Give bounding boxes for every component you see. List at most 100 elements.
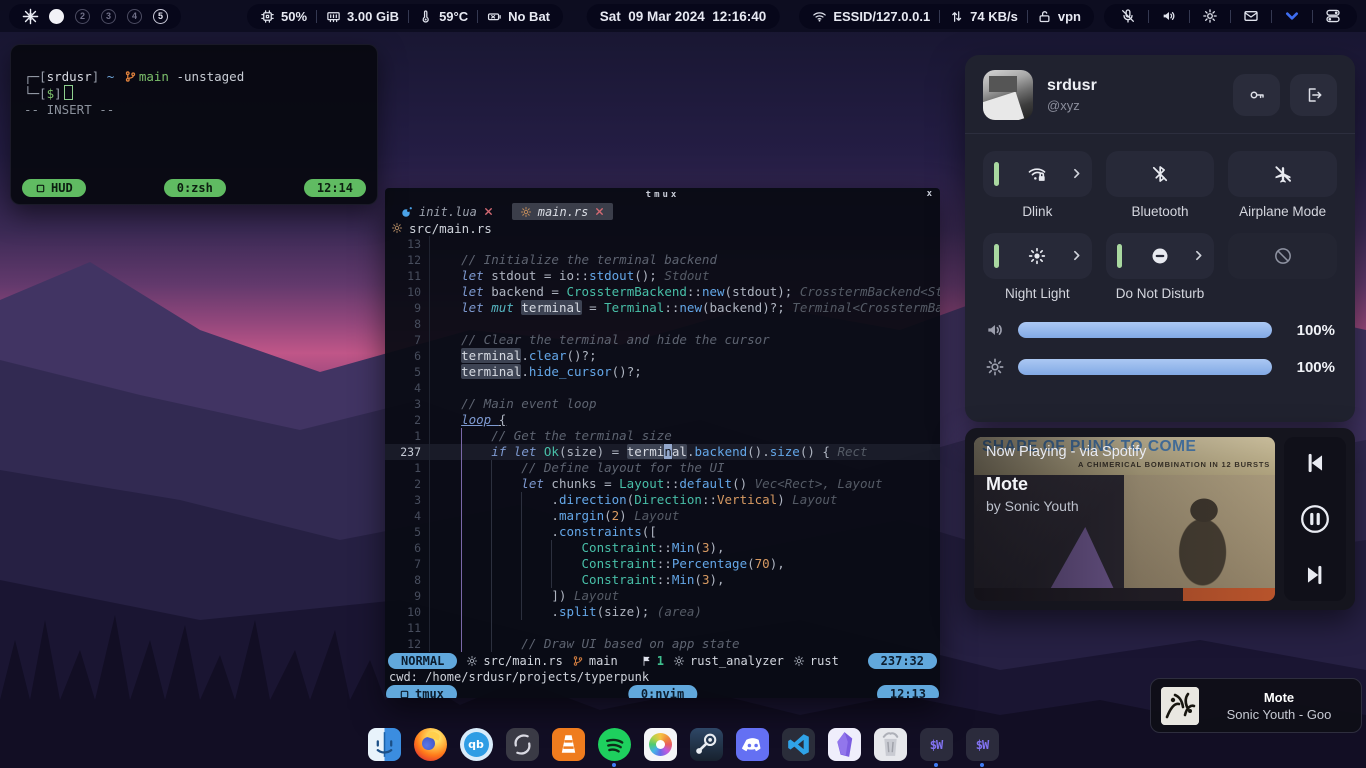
code-line: 11 — [385, 620, 940, 636]
dock-item-spotify[interactable] — [598, 728, 631, 761]
active-indicator — [994, 162, 999, 186]
git-branch-icon — [124, 70, 137, 83]
code-line-current: 237 if let Ok(size) = terminal.backend()… — [385, 444, 940, 460]
memory-stat: 3.00 GiB — [326, 9, 399, 24]
chevron-down-icon[interactable] — [1284, 8, 1300, 24]
code-line: 3 .direction(Direction::Vertical) Layout — [385, 492, 940, 508]
memory-icon — [326, 9, 341, 24]
dock-item-wallet-1[interactable]: $W — [920, 728, 953, 761]
chevron-right-icon[interactable] — [1070, 167, 1083, 180]
terminal-cursor — [64, 85, 73, 100]
filetype: rust — [793, 654, 839, 668]
network-island[interactable]: ESSID/127.0.0.1 74 KB/s vpn — [799, 4, 1094, 29]
tmux-session-pill[interactable]: HUD — [22, 179, 86, 197]
workspace-2[interactable]: 2 — [75, 9, 90, 24]
code-line: 10 let backend = CrosstermBackend::new(s… — [385, 284, 940, 300]
mail-icon[interactable] — [1243, 8, 1259, 24]
dock-item-obs[interactable] — [506, 728, 539, 761]
workspace-5[interactable]: 5 — [153, 9, 168, 24]
gear-icon[interactable] — [1202, 8, 1218, 24]
pause-button[interactable] — [1299, 503, 1331, 535]
track-artist: by Sonic Youth — [986, 498, 1079, 514]
running-indicator — [612, 763, 616, 767]
dock-item-vlc[interactable] — [552, 728, 585, 761]
dock-item-photos[interactable] — [644, 728, 677, 761]
terminal-window[interactable]: ┌─[srdusr] ~ main -unstaged └─[$] -- INS… — [10, 44, 378, 205]
dock-item-firefox[interactable] — [414, 728, 447, 761]
code-line: 2 let chunks = Layout::default() Vec<Rec… — [385, 476, 940, 492]
toggle-label: Night Light — [1005, 286, 1070, 302]
window-close-button[interactable]: x — [927, 189, 932, 199]
tab-main-rs[interactable]: main.rs — [512, 203, 614, 220]
dock-item-trash[interactable] — [874, 728, 907, 761]
code-line: 11 let stdout = io::stdout(); Stdout — [385, 268, 940, 284]
tab-init-lua[interactable]: init.lua — [393, 203, 502, 220]
logout-button[interactable] — [1290, 74, 1337, 116]
battery-stat: No Bat — [487, 9, 550, 24]
dock-item-steam[interactable] — [690, 728, 723, 761]
album-art[interactable]: SHAPE OF PUNK TO COME A CHIMERICAL BOMBI… — [974, 437, 1275, 601]
lock-keys-button[interactable] — [1233, 74, 1280, 116]
toggle-label: Dlink — [1022, 204, 1052, 220]
toggle-prohibit[interactable] — [1228, 233, 1337, 279]
volume-slider[interactable] — [1018, 322, 1272, 338]
mic-muted-icon[interactable] — [1120, 8, 1136, 24]
code-line: 2 loop { — [385, 412, 940, 428]
editor-window[interactable]: tmuxx init.lua main.rs src/main.rs 1312 … — [385, 188, 940, 698]
volume-value: 100% — [1285, 322, 1335, 339]
tab-close-icon[interactable] — [483, 206, 494, 217]
dock-item-discord[interactable] — [736, 728, 769, 761]
tmux-window-pill[interactable]: 0:zsh — [164, 179, 226, 197]
speaker-icon[interactable] — [1161, 8, 1177, 24]
dock-item-vscode[interactable] — [782, 728, 815, 761]
toggle-cell: Do Not Disturb — [1106, 233, 1215, 302]
launcher-logo-icon[interactable] — [22, 8, 39, 25]
workspace-3[interactable]: 3 — [101, 9, 116, 24]
tmux-status-bar: HUD 0:zsh 12:14 — [22, 179, 366, 197]
dock-item-wallet-2[interactable]: $W — [966, 728, 999, 761]
brightness-slider[interactable] — [1018, 359, 1272, 375]
tab-close-icon[interactable] — [594, 206, 605, 217]
chevron-right-icon[interactable] — [1070, 249, 1083, 262]
toggle-night-light[interactable] — [983, 233, 1092, 279]
gear-icon — [673, 655, 685, 667]
quick-toggles: DlinkBluetoothAirplane ModeNight LightDo… — [965, 134, 1355, 306]
workspace-4[interactable]: 4 — [127, 9, 142, 24]
lsp-server: rust_analyzer — [673, 654, 784, 668]
clock[interactable]: Sat 09 Mar 2024 12:16:40 — [587, 4, 780, 29]
toggle-bluetooth[interactable] — [1106, 151, 1215, 197]
notification-album-thumb — [1161, 687, 1199, 725]
dock-item-obsidian[interactable] — [828, 728, 861, 761]
prompt-line-1: ┌─[srdusr] ~ main -unstaged — [24, 69, 364, 85]
system-tray — [1104, 4, 1357, 29]
code-area[interactable]: 1312 // Initialize the terminal backend1… — [385, 236, 940, 652]
chevron-right-icon[interactable] — [1192, 249, 1205, 262]
top-status-bar: 2345 50% 3.00 GiB 59°C No Bat Sat 09 Mar… — [0, 0, 1366, 32]
window-titlebar[interactable]: tmuxx — [385, 188, 940, 201]
workspace-1[interactable] — [49, 9, 64, 24]
wifi-status[interactable]: ESSID/127.0.0.1 — [812, 9, 930, 24]
workspace-switcher: 2345 — [49, 9, 168, 24]
sliders-section: 100%100% — [965, 306, 1355, 377]
wifi-lock-icon — [1027, 164, 1047, 184]
vpn-status[interactable]: vpn — [1037, 9, 1081, 24]
indent-guide — [461, 428, 462, 652]
previous-track-button[interactable] — [1302, 450, 1328, 476]
tmux-window-pill[interactable]: 0:nvim — [628, 685, 697, 698]
indent-guide — [551, 540, 552, 588]
next-track-button[interactable] — [1302, 562, 1328, 588]
toggle-dlink[interactable] — [983, 151, 1092, 197]
dock-item-qbittorrent[interactable]: qb — [460, 728, 493, 761]
toggles-icon[interactable] — [1325, 8, 1341, 24]
flag-icon — [641, 655, 653, 667]
running-indicator — [934, 763, 938, 767]
tmux-session-pill[interactable]: tmux — [386, 685, 457, 698]
toggle-do-not-disturb[interactable] — [1106, 233, 1215, 279]
toggle-airplane-mode[interactable] — [1228, 151, 1337, 197]
code-line: 10 .split(size); (area) — [385, 604, 940, 620]
statusline: NORMAL src/main.rs main 1 rust_analyzer … — [385, 652, 940, 670]
media-notification[interactable]: Mote Sonic Youth - Goo — [1150, 678, 1362, 733]
notification-body: Sonic Youth - Goo — [1207, 707, 1351, 722]
active-indicator — [994, 244, 999, 268]
dock-item-file-manager[interactable] — [368, 728, 401, 761]
